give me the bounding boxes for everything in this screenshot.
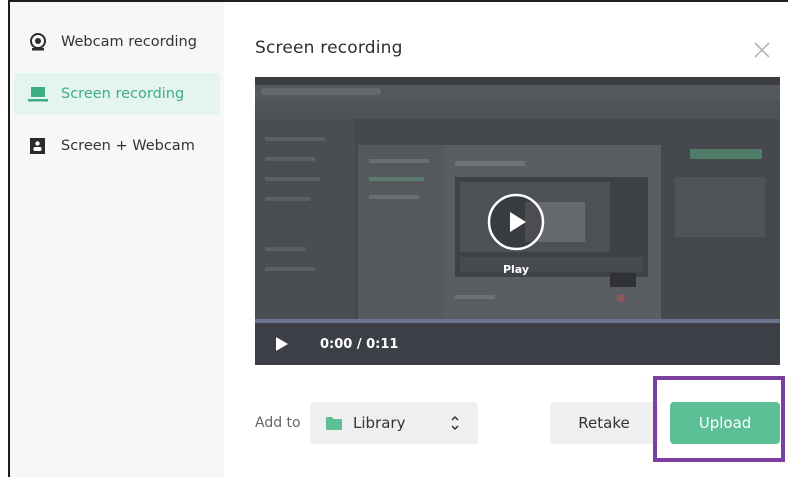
sidebar-item-webcam-recording[interactable]: Webcam recording [14,21,220,63]
time-readout: 0:00 / 0:11 [320,337,399,352]
folder-icon [326,417,342,430]
play-overlay-icon[interactable] [486,192,546,252]
retake-button[interactable]: Retake [550,402,658,444]
upload-button[interactable]: Upload [670,402,780,444]
player-controls: 0:00 / 0:11 [255,323,780,365]
close-icon[interactable] [752,40,772,60]
page-title: Screen recording [255,38,403,58]
folder-select[interactable]: Library [310,402,478,444]
recording-panel: Screen recording Play 0:00 / 0:11 Add to… [224,2,788,477]
add-to-label: Add to [255,415,301,431]
sidebar-item-screen-webcam[interactable]: Screen + Webcam [14,125,220,167]
sidebar-item-label: Webcam recording [61,34,197,50]
play-button-icon[interactable] [275,336,289,352]
folder-select-value: Library [353,414,406,432]
sidebar-item-label: Screen recording [61,86,185,102]
sidebar-item-screen-recording[interactable]: Screen recording [14,73,220,115]
screen-webcam-icon [30,138,45,154]
sidebar-item-label: Screen + Webcam [61,138,195,154]
laptop-icon [28,87,48,102]
sidebar: Webcam recording Screen recording Screen… [10,2,224,477]
video-player[interactable]: Play 0:00 / 0:11 [255,77,780,365]
webcam-icon [30,33,46,51]
chevron-updown-icon [451,415,459,431]
play-label: Play [502,263,530,276]
